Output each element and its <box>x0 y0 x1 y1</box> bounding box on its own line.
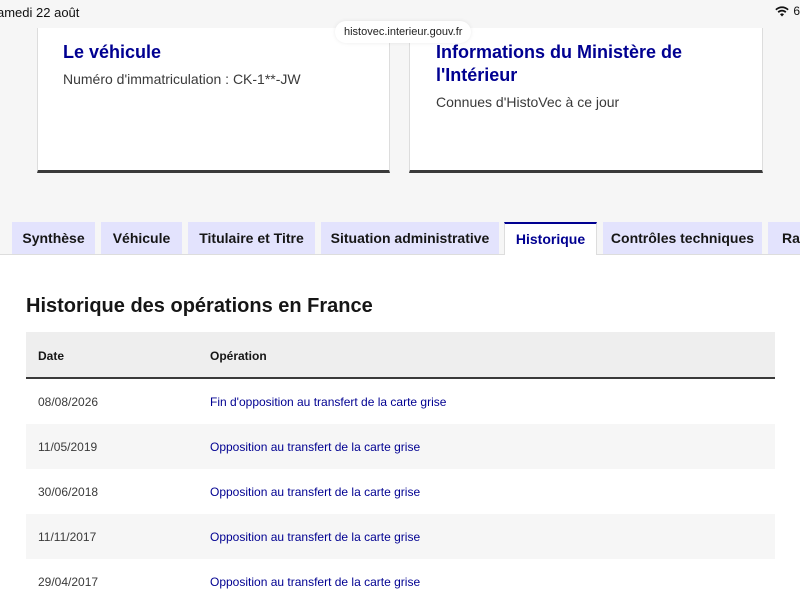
row-operation[interactable]: Fin d'opposition au transfert de la cart… <box>210 395 446 409</box>
table-row: 08/08/2026 Fin d'opposition au transfert… <box>26 379 775 424</box>
tab-titulaire[interactable]: Titulaire et Titre <box>188 222 315 254</box>
row-date: 29/04/2017 <box>38 575 99 589</box>
row-operation[interactable]: Opposition au transfert de la carte gris… <box>210 440 420 454</box>
row-operation[interactable]: Opposition au transfert de la carte gris… <box>210 530 420 544</box>
tab-bar: Synthèse Véhicule Titulaire et Titre Sit… <box>0 222 800 255</box>
tab-synthese[interactable]: Synthèse <box>12 222 95 254</box>
ministry-card-desc: Connues d'HistoVec à ce jour <box>436 94 620 110</box>
tab-controles[interactable]: Contrôles techniques <box>603 222 762 254</box>
vehicle-card-title: Le véhicule <box>63 42 162 62</box>
row-date: 11/05/2019 <box>38 440 98 454</box>
table-row: 29/04/2017 Opposition au transfert de la… <box>26 559 775 600</box>
table-row: 11/05/2019 Opposition au transfert de la… <box>26 424 775 469</box>
tab-rapport[interactable]: Ra <box>768 222 800 254</box>
table-header: Date Opération <box>26 332 775 379</box>
row-date: 08/08/2026 <box>38 395 99 409</box>
registration-number: Numéro d'immatriculation : CK-1**-JW <box>63 71 301 87</box>
tab-vehicule[interactable]: Véhicule <box>101 222 182 254</box>
table-row: 30/06/2018 Opposition au transfert de la… <box>26 469 775 514</box>
row-operation[interactable]: Opposition au transfert de la carte gris… <box>210 575 420 589</box>
battery-level: 6 <box>793 4 800 18</box>
table-row: 11/11/2017 Opposition au transfert de la… <box>26 514 775 559</box>
row-date: 11/11/2017 <box>38 530 97 544</box>
column-header-operation: Opération <box>210 349 267 363</box>
status-time: amedi 22 août <box>0 5 80 20</box>
status-bar: amedi 22 août histovec.interieur.gouv.fr… <box>0 0 800 43</box>
history-title: Historique des opérations en France <box>26 295 373 317</box>
vehicle-card: Le véhicule Numéro d'immatriculation : C… <box>37 28 390 173</box>
tab-historique[interactable]: Historique <box>504 222 597 255</box>
tab-situation[interactable]: Situation administrative <box>321 222 499 254</box>
history-panel: Historique des opérations en France Date… <box>0 254 800 600</box>
history-table: Date Opération 08/08/2026 Fin d'oppositi… <box>26 332 775 600</box>
ministry-card: Informations du Ministère de l'Intérieur… <box>409 28 763 173</box>
row-date: 30/06/2018 <box>38 485 99 499</box>
url-bar[interactable]: histovec.interieur.gouv.fr <box>335 21 472 43</box>
row-operation[interactable]: Opposition au transfert de la carte gris… <box>210 485 420 499</box>
status-indicators: 6 <box>775 4 800 18</box>
wifi-icon <box>775 6 790 17</box>
table-body: 08/08/2026 Fin d'opposition au transfert… <box>26 379 775 600</box>
ministry-card-title: Informations du Ministère de l'Intérieur <box>436 42 683 85</box>
column-header-date: Date <box>38 349 65 363</box>
